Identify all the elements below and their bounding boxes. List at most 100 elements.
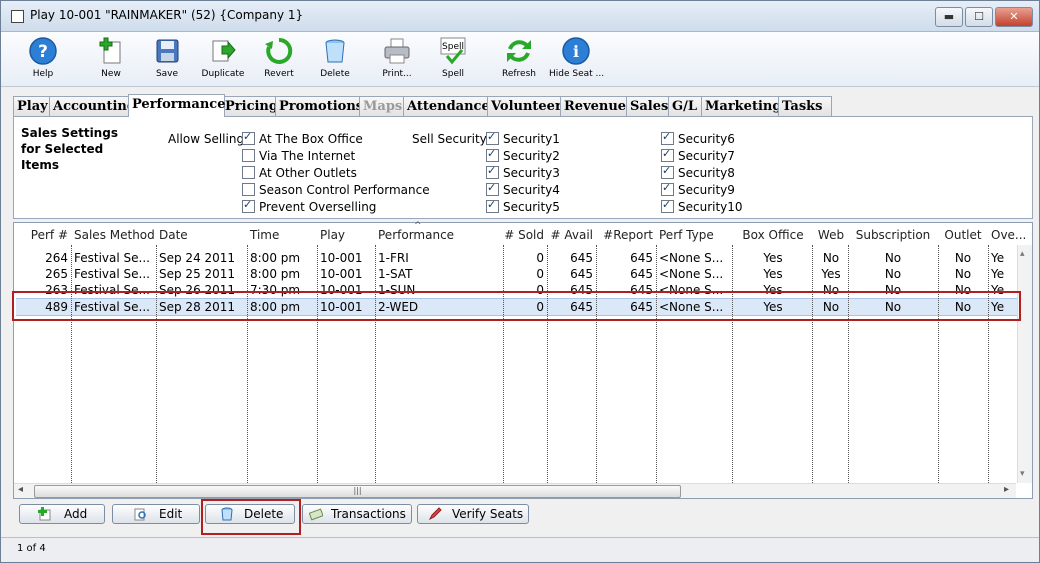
revert-button[interactable]: Revert xyxy=(259,36,299,79)
tab-marketing[interactable]: Marketing xyxy=(701,96,783,116)
window-icon xyxy=(11,10,24,23)
hide-seat-button[interactable]: i Hide Seat ... xyxy=(549,36,604,79)
table-cell: 265 xyxy=(45,267,68,281)
checkbox-season-control[interactable]: Season Control Performance xyxy=(242,183,430,197)
refresh-button[interactable]: Refresh xyxy=(499,36,539,79)
tab-volunteer[interactable]: Volunteer xyxy=(487,96,565,116)
table-cell: 10-001 xyxy=(320,251,363,265)
checkbox-prevent-overselling[interactable]: Prevent Overselling xyxy=(242,198,376,214)
scroll-up-icon[interactable]: ▴ xyxy=(1020,249,1025,259)
minimize-button[interactable]: ▬ xyxy=(935,7,963,27)
tab-promotions[interactable]: Promotions xyxy=(275,96,363,116)
checkbox-internet[interactable]: Via The Internet xyxy=(242,149,355,163)
add-button[interactable]: Add xyxy=(19,504,105,524)
column-header[interactable]: Ove... xyxy=(991,228,1026,242)
checkbox-security5[interactable]: Security5 xyxy=(486,198,560,214)
revert-icon xyxy=(265,37,293,64)
checkbox-box xyxy=(661,198,674,213)
transactions-button[interactable]: Transactions xyxy=(302,504,412,524)
tab-performance[interactable]: Performance xyxy=(128,94,225,117)
record-count: 1 of 4 xyxy=(17,543,46,554)
checkbox-box xyxy=(486,198,499,213)
spell-icon: Spell xyxy=(440,37,466,65)
column-header[interactable]: Performance xyxy=(378,228,498,242)
column-header[interactable]: Play xyxy=(320,228,374,242)
column-divider xyxy=(375,245,376,483)
column-divider xyxy=(547,245,548,483)
scroll-down-icon[interactable]: ▾ xyxy=(1020,469,1025,479)
table-cell: 645 xyxy=(630,267,653,281)
save-icon xyxy=(156,39,179,63)
table-cell: 8:00 pm xyxy=(250,267,301,281)
help-button[interactable]: ? Help xyxy=(23,36,63,79)
column-divider xyxy=(71,245,72,483)
checkbox-security7[interactable]: Security7 xyxy=(661,147,735,163)
delete-toolbar-button[interactable]: Delete xyxy=(315,36,355,79)
checkbox-security9[interactable]: Security9 xyxy=(661,181,735,197)
maximize-button[interactable]: ☐ xyxy=(965,7,993,27)
column-header[interactable]: Perf # xyxy=(18,228,68,242)
column-header[interactable]: # Avail xyxy=(548,228,594,242)
column-header[interactable]: Time xyxy=(250,228,316,242)
tab-sales[interactable]: Sales xyxy=(626,96,672,116)
checkbox-box-office[interactable]: At The Box Office xyxy=(242,130,363,146)
checkbox-security10[interactable]: Security10 xyxy=(661,198,743,214)
checkbox-box xyxy=(486,130,499,145)
sell-security-label: Sell Security xyxy=(412,132,487,146)
checkbox-security8[interactable]: Security8 xyxy=(661,164,735,180)
scroll-left-icon[interactable]: ◂ xyxy=(18,484,23,495)
sales-settings-title: Sales Settings for Selected Items xyxy=(21,126,118,172)
tab-tasks[interactable]: Tasks xyxy=(778,96,832,116)
duplicate-icon xyxy=(212,40,236,62)
table-cell: Yes xyxy=(763,251,783,265)
column-header[interactable]: Subscription xyxy=(851,228,935,242)
checkbox-other-outlets[interactable]: At Other Outlets xyxy=(242,166,357,180)
column-header[interactable]: Perf Type xyxy=(659,228,731,242)
checkbox-security6[interactable]: Security6 xyxy=(661,130,735,146)
column-header[interactable]: Outlet xyxy=(941,228,985,242)
column-divider xyxy=(156,245,157,483)
duplicate-button[interactable]: Duplicate xyxy=(199,36,247,79)
window-title: Play 10-001 "RAINMAKER" (52) {Company 1} xyxy=(30,8,304,22)
close-button[interactable]: ✕ xyxy=(995,7,1033,27)
column-header[interactable]: Box Office xyxy=(735,228,811,242)
tab-attendance[interactable]: Attendance xyxy=(403,96,493,116)
tab-pricing[interactable]: Pricing xyxy=(221,96,281,116)
print-button[interactable]: Print... xyxy=(377,36,417,79)
performance-grid: Perf # Sales Method Date Time Play Performanc… xyxy=(13,221,1033,499)
column-header[interactable]: Date xyxy=(159,228,247,242)
tab-revenue[interactable]: Revenue xyxy=(560,96,632,116)
new-button[interactable]: New xyxy=(91,36,131,79)
scroll-right-icon[interactable]: ▸ xyxy=(1004,484,1009,495)
grid-header: Perf # Sales Method Date Time Play Performanc… xyxy=(14,221,1026,245)
table-row[interactable]: 265 Festival Se... Sep 25 2011 8:00 pm 10-00… xyxy=(16,266,1018,282)
checkbox-security3[interactable]: Security3 xyxy=(486,164,560,180)
column-header[interactable]: Sales Method xyxy=(74,228,156,242)
column-divider xyxy=(596,245,597,483)
horizontal-scrollbar[interactable]: ◂ ||| ▸ xyxy=(14,483,1016,498)
save-button[interactable]: Save xyxy=(147,36,187,79)
svg-text:?: ? xyxy=(38,42,48,62)
column-header[interactable]: #Report xyxy=(597,228,653,242)
tab-accounting[interactable]: Accounting xyxy=(49,96,136,116)
table-cell: 10-001 xyxy=(320,267,363,281)
column-divider xyxy=(732,245,733,483)
delete-button-highlight xyxy=(201,499,301,535)
column-header[interactable]: Web xyxy=(815,228,847,242)
horizontal-scroll-thumb[interactable]: ||| xyxy=(34,485,681,498)
tab-maps: Maps xyxy=(359,96,407,116)
checkbox-security4[interactable]: Security4 xyxy=(486,181,560,197)
checkbox-security1[interactable]: Security1 xyxy=(486,130,560,146)
checkbox-security2[interactable]: Security2 xyxy=(486,147,560,163)
column-header[interactable]: # Sold xyxy=(504,228,544,242)
verify-seats-button[interactable]: Verify Seats xyxy=(417,504,529,524)
column-divider xyxy=(848,245,849,483)
table-cell: No xyxy=(884,267,902,281)
tab-play[interactable]: Play xyxy=(13,96,51,116)
table-cell: 0 xyxy=(536,267,544,281)
info-icon: i xyxy=(562,37,590,65)
edit-button[interactable]: Edit xyxy=(112,504,200,524)
spell-button[interactable]: Spell Spell xyxy=(433,36,473,79)
table-row[interactable]: 264 Festival Se... Sep 24 2011 8:00 pm 10-00… xyxy=(16,250,1018,266)
vertical-scrollbar[interactable]: ▴ ▾ xyxy=(1017,245,1032,483)
